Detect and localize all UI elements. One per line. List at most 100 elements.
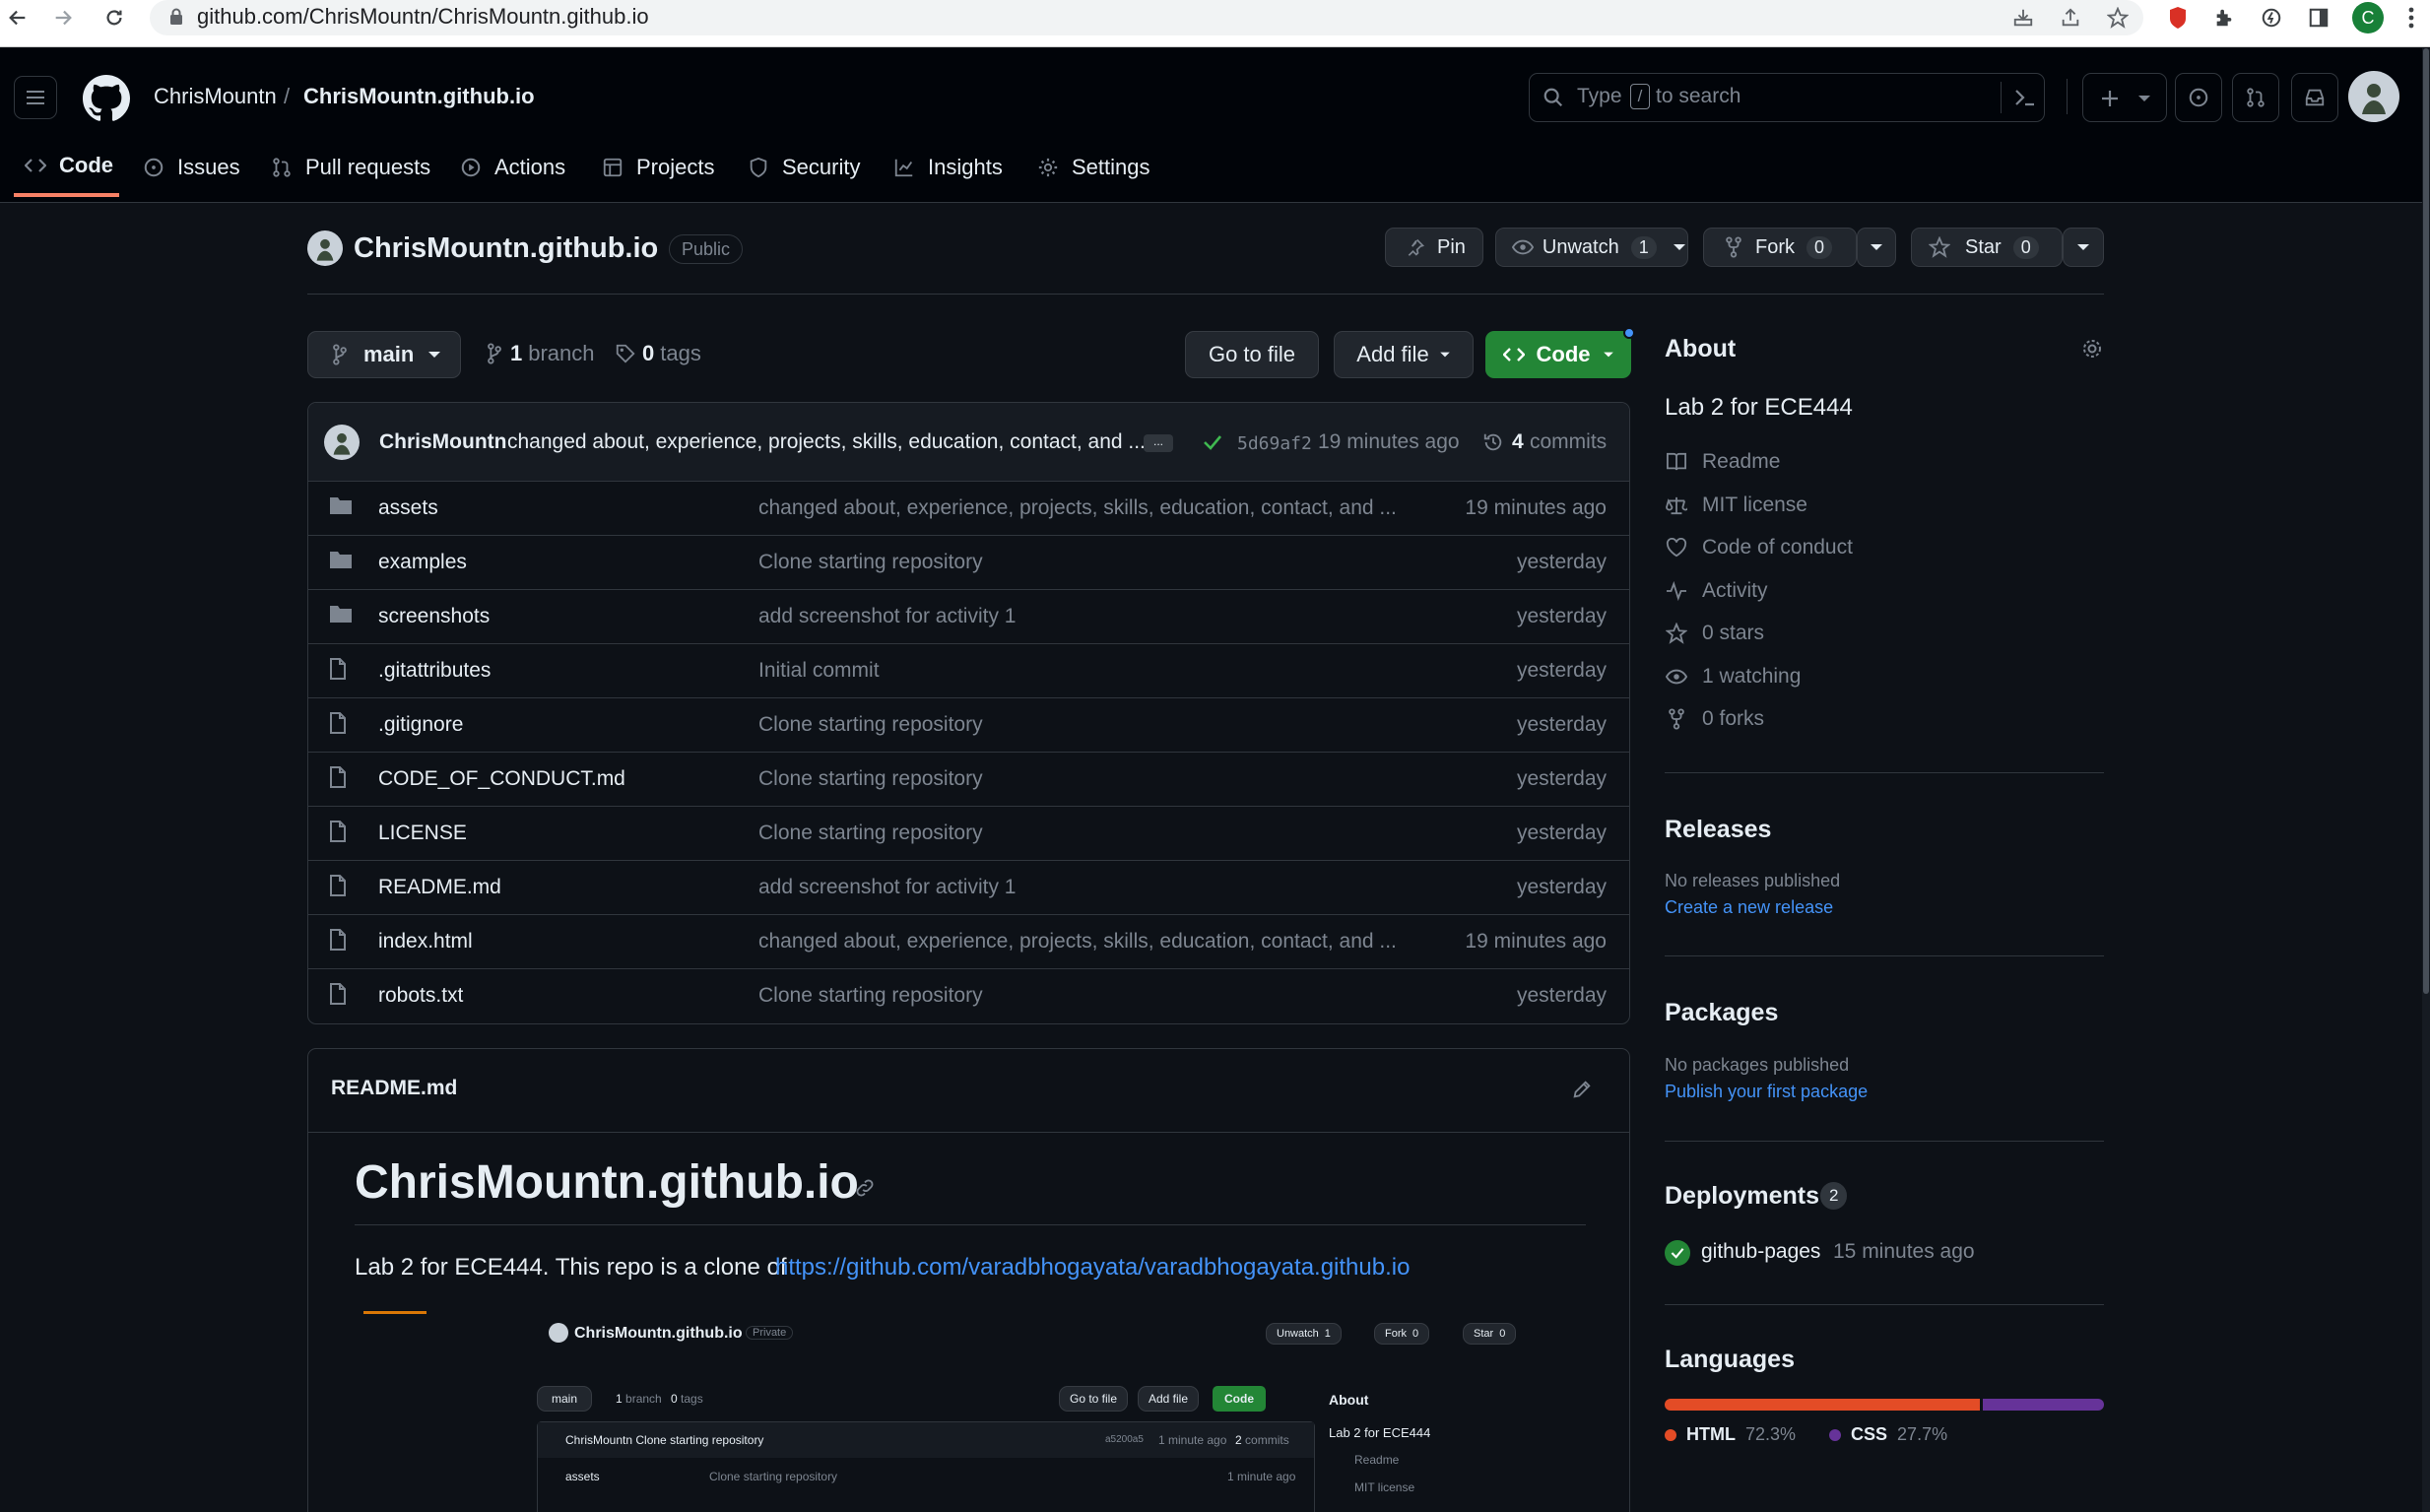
add-file-button[interactable]: Add file [1334, 331, 1474, 378]
tab-code[interactable]: Code [14, 138, 119, 197]
table-row[interactable]: robots.txt Clone starting repository yeste… [307, 968, 1630, 1022]
repo-title[interactable]: ChrisMountn.github.io [354, 232, 658, 265]
link-icon[interactable] [852, 1175, 878, 1201]
commit-sha[interactable]: 5d69af2 [1237, 433, 1312, 454]
publish-package-link[interactable]: Publish your first package [1665, 1082, 1868, 1102]
gear-icon[interactable] [2078, 335, 2106, 362]
table-row[interactable]: README.md add screenshot for activity 1 ye… [307, 860, 1630, 914]
create-new-button[interactable] [2082, 73, 2167, 122]
table-row[interactable]: LICENSE Clone starting repository yesterda… [307, 806, 1630, 860]
language-legend-item[interactable]: CSS 27.7% [1829, 1424, 1947, 1445]
search-input[interactable]: Type / to search [1529, 73, 2045, 122]
table-row[interactable]: assets changed about, experience, project… [307, 481, 1630, 535]
tab-settings[interactable]: Settings [1036, 138, 1150, 197]
star-dropdown-button[interactable] [2063, 228, 2104, 267]
github-logo-icon[interactable] [81, 73, 132, 124]
file-name[interactable]: .gitattributes [378, 659, 491, 683]
bookmark-star-icon[interactable] [2104, 4, 2132, 32]
about-item[interactable]: 0 forks [1665, 707, 1764, 731]
profile-avatar[interactable]: C [2352, 2, 2384, 33]
file-commit-message[interactable]: add screenshot for activity 1 [758, 605, 1016, 628]
file-commit-message[interactable]: changed about, experience, projects, ski… [758, 496, 1397, 520]
user-avatar[interactable] [2348, 71, 2399, 122]
tab-pull-requests[interactable]: Pull requests [270, 138, 430, 197]
scrollbar-track[interactable] [2422, 48, 2430, 1512]
brave-shield-icon[interactable] [2165, 4, 2191, 32]
packages-heading[interactable]: Packages [1665, 999, 1778, 1027]
table-row[interactable]: CODE_OF_CONDUCT.md Clone starting reposit… [307, 752, 1630, 806]
file-name[interactable]: assets [378, 496, 438, 520]
command-palette-icon[interactable] [2010, 84, 2040, 111]
file-name[interactable]: robots.txt [378, 984, 463, 1008]
file-commit-message[interactable]: add screenshot for activity 1 [758, 876, 1016, 899]
pull-requests-icon[interactable] [2232, 73, 2279, 122]
releases-heading[interactable]: Releases [1665, 816, 1771, 844]
about-item[interactable]: 0 stars [1665, 622, 1764, 645]
performance-icon[interactable] [2258, 4, 2285, 32]
fork-dropdown-button[interactable] [1857, 228, 1896, 267]
back-arrow-icon[interactable] [4, 4, 32, 32]
file-name[interactable]: index.html [378, 930, 473, 953]
scrollbar-thumb[interactable] [2423, 48, 2429, 994]
tab-issues[interactable]: Issues [142, 138, 240, 197]
go-to-file-button[interactable]: Go to file [1185, 331, 1319, 378]
tab-security[interactable]: Security [747, 138, 860, 197]
extensions-icon[interactable] [2210, 4, 2238, 32]
inbox-icon[interactable] [2291, 73, 2338, 122]
file-commit-message[interactable]: changed about, experience, projects, ski… [758, 930, 1397, 953]
install-icon[interactable] [2009, 4, 2037, 32]
breadcrumb-repo[interactable]: ChrisMountn.github.io [303, 83, 535, 110]
about-item[interactable]: MIT license [1665, 493, 1807, 517]
commit-message[interactable]: changed about, experience, projects, ski… [507, 430, 1146, 454]
fork-button[interactable]: Fork 0 [1703, 228, 1857, 267]
table-row[interactable]: .gitattributes Initial commit yesterday [307, 643, 1630, 697]
table-row[interactable]: index.html changed about, experience, pro… [307, 914, 1630, 968]
deployment-env[interactable]: github-pages [1701, 1240, 1820, 1264]
create-release-link[interactable]: Create a new release [1665, 897, 1833, 918]
about-item[interactable]: Readme [1665, 450, 1780, 474]
branches-link[interactable]: 1 branch [485, 341, 595, 366]
table-row[interactable]: screenshots add screenshot for activity 1… [307, 589, 1630, 643]
commit-count-label[interactable]: commits [1530, 430, 1607, 454]
commit-author-avatar[interactable] [324, 425, 360, 460]
file-name[interactable]: CODE_OF_CONDUCT.md [378, 767, 625, 791]
file-name[interactable]: README.md [378, 876, 501, 899]
pencil-icon[interactable] [1569, 1077, 1595, 1102]
about-item[interactable]: Activity [1665, 579, 1768, 603]
issues-icon[interactable] [2175, 73, 2222, 122]
share-icon[interactable] [2057, 4, 2084, 32]
file-name[interactable]: screenshots [378, 605, 490, 628]
file-name[interactable]: LICENSE [378, 822, 467, 845]
reload-icon[interactable] [100, 4, 128, 32]
file-commit-message[interactable]: Clone starting repository [758, 984, 983, 1008]
file-name[interactable]: examples [378, 551, 467, 574]
readme-link[interactable]: https://github.com/varadbhogayata/varadb… [775, 1254, 1410, 1282]
breadcrumb-owner[interactable]: ChrisMountn [154, 83, 277, 110]
file-name[interactable]: .gitignore [378, 713, 463, 737]
hamburger-menu-icon[interactable] [14, 76, 57, 119]
code-button[interactable]: Code [1485, 331, 1631, 378]
expand-commit-button[interactable]: ... [1144, 434, 1173, 452]
tags-link[interactable]: 0 tags [615, 341, 701, 366]
tab-projects[interactable]: Projects [601, 138, 714, 197]
unwatch-button[interactable]: Unwatch 1 [1495, 228, 1688, 267]
star-button[interactable]: Star 0 [1911, 228, 2063, 267]
about-item[interactable]: 1 watching [1665, 665, 1801, 689]
branch-selector[interactable]: main [307, 331, 461, 378]
table-row[interactable]: .gitignore Clone starting repository yeste… [307, 697, 1630, 752]
kebab-menu-icon[interactable] [2399, 4, 2423, 32]
commit-author[interactable]: ChrisMountn [379, 430, 506, 454]
language-legend-item[interactable]: HTML 72.3% [1665, 1424, 1796, 1445]
file-commit-message[interactable]: Initial commit [758, 659, 880, 683]
check-icon[interactable] [1201, 430, 1224, 454]
file-commit-message[interactable]: Clone starting repository [758, 713, 983, 737]
file-commit-message[interactable]: Clone starting repository [758, 822, 983, 845]
about-item[interactable]: Code of conduct [1665, 536, 1853, 559]
table-row[interactable]: examples Clone starting repository yesterd… [307, 535, 1630, 589]
tab-insights[interactable]: Insights [892, 138, 1003, 197]
deployments-heading[interactable]: Deployments [1665, 1182, 1819, 1211]
file-commit-message[interactable]: Clone starting repository [758, 551, 983, 574]
file-commit-message[interactable]: Clone starting repository [758, 767, 983, 791]
commit-count[interactable]: 4 [1512, 430, 1524, 454]
side-panel-icon[interactable] [2305, 4, 2332, 32]
